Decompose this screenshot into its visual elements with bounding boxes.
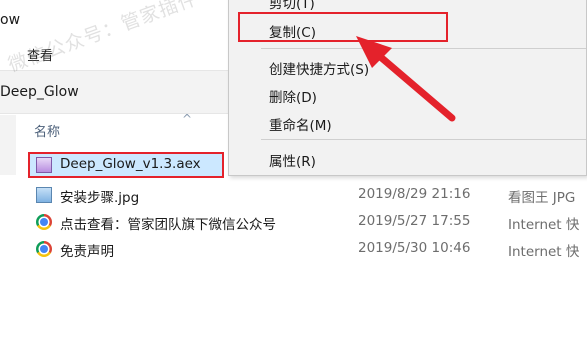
file-date: 2019/8/29 21:16 (358, 186, 471, 202)
menu-item-delete[interactable]: 删除(D) (269, 86, 317, 106)
window-title: ow (0, 12, 21, 28)
file-name: 免责声明 (60, 244, 114, 260)
file-row-jpg[interactable]: 安装步骤.jpg 2019/8/29 21:16 看图王 JPG (28, 183, 587, 207)
file-date: 2019/5/27 17:55 (358, 213, 471, 229)
menu-item-create-shortcut[interactable]: 创建快捷方式(S) (269, 58, 369, 78)
nav-pane-edge (0, 115, 16, 175)
file-row-disclaimer[interactable]: 免责声明 2019/5/30 10:46 Internet 快 (28, 237, 587, 261)
menu-item-properties[interactable]: 属性(R) (269, 150, 316, 170)
file-type: Internet 快 (508, 217, 580, 233)
copy-highlight-box (238, 12, 448, 42)
chrome-icon (36, 214, 52, 230)
column-header-name[interactable]: 名称 (34, 121, 60, 140)
file-type: 看图王 JPG (508, 190, 576, 206)
file-name: 安装步骤.jpg (60, 190, 140, 206)
file-name: 点击查看：管家团队旗下微信公众号 (60, 217, 276, 233)
menu-separator (261, 139, 586, 140)
file-name: Deep_Glow_v1.3.aex (60, 156, 201, 172)
jpg-file-icon (36, 187, 52, 203)
address-bar[interactable]: Deep_Glow (0, 70, 228, 114)
file-type: Internet 快 (508, 244, 580, 260)
address-path: Deep_Glow (0, 84, 79, 100)
file-row-aex[interactable]: Deep_Glow_v1.3.aex (28, 152, 224, 178)
menu-item-cut[interactable]: 剪切(T) (269, 0, 315, 12)
sort-ascending-icon[interactable]: ^ (182, 112, 192, 126)
aex-file-icon (36, 157, 52, 173)
chrome-icon (36, 241, 52, 257)
file-date: 2019/5/30 10:46 (358, 240, 471, 256)
menu-separator (261, 48, 586, 49)
file-row-wechat-link[interactable]: 点击查看：管家团队旗下微信公众号 2019/5/27 17:55 Interne… (28, 210, 587, 234)
menu-item-rename[interactable]: 重命名(M) (269, 114, 332, 134)
context-menu: 剪切(T) 复制(C) 创建快捷方式(S) 删除(D) 重命名(M) 属性(R) (228, 0, 587, 176)
